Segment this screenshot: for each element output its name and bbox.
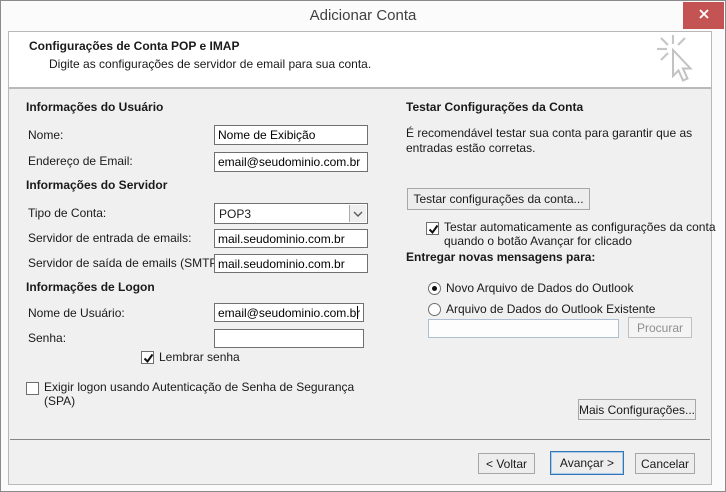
footer-divider bbox=[10, 439, 710, 440]
email-input[interactable] bbox=[214, 152, 368, 172]
remember-password-checkbox[interactable] bbox=[141, 351, 154, 364]
section-user-info: Informações do Usuário bbox=[26, 100, 163, 114]
remember-password-label[interactable]: Lembrar senha bbox=[159, 350, 240, 364]
auto-test-checkbox[interactable] bbox=[426, 222, 439, 235]
data-file-path-input[interactable] bbox=[428, 319, 619, 338]
test-settings-description: É recomendável testar sua conta para gar… bbox=[406, 126, 721, 156]
next-button[interactable]: Avançar > bbox=[550, 451, 624, 475]
new-data-file-radio[interactable] bbox=[428, 282, 441, 295]
name-input[interactable] bbox=[214, 125, 368, 145]
text-caret bbox=[357, 306, 358, 319]
click-cursor-icon bbox=[647, 33, 699, 94]
account-type-label: Tipo de Conta: bbox=[28, 206, 106, 220]
test-account-settings-button[interactable]: Testar configurações da conta... bbox=[407, 188, 590, 210]
close-button[interactable] bbox=[683, 2, 724, 29]
cancel-button[interactable]: Cancelar bbox=[635, 453, 695, 474]
password-label: Senha: bbox=[28, 331, 66, 345]
account-type-select[interactable]: POP3 bbox=[214, 203, 368, 224]
titlebar: Adicionar Conta bbox=[1, 1, 725, 31]
spa-label[interactable]: Exigir logon usando Autenticação de Senh… bbox=[44, 380, 374, 408]
incoming-server-label: Servidor de entrada de emails: bbox=[28, 231, 191, 245]
section-logon-info: Informações de Logon bbox=[26, 280, 155, 294]
account-type-value: POP3 bbox=[219, 207, 251, 221]
header-subtitle: Digite as configurações de servidor de e… bbox=[49, 57, 371, 71]
incoming-server-input[interactable] bbox=[214, 229, 368, 248]
email-label: Endereço de Email: bbox=[28, 154, 133, 168]
spa-checkbox[interactable] bbox=[26, 382, 39, 395]
dialog-header: Configurações de Conta POP e IMAP Digite… bbox=[8, 31, 712, 88]
check-icon bbox=[427, 223, 440, 236]
outgoing-server-label: Servidor de saída de emails (SMTP): bbox=[28, 256, 225, 270]
browse-button[interactable]: Procurar bbox=[628, 317, 692, 338]
password-input[interactable] bbox=[214, 329, 364, 348]
add-account-dialog: Adicionar Conta Configurações de Conta P… bbox=[0, 0, 726, 492]
dialog-title: Adicionar Conta bbox=[1, 7, 725, 24]
username-label: Nome de Usuário: bbox=[28, 306, 125, 320]
name-label: Nome: bbox=[28, 128, 63, 142]
outgoing-server-input[interactable] bbox=[214, 254, 368, 273]
more-settings-button[interactable]: Mais Configurações... bbox=[578, 399, 696, 420]
main-panel: Informações do Usuário Nome: Endereço de… bbox=[8, 88, 712, 485]
existing-data-file-label[interactable]: Arquivo de Dados do Outlook Existente bbox=[446, 302, 655, 316]
check-icon bbox=[142, 352, 155, 365]
new-data-file-label[interactable]: Novo Arquivo de Dados do Outlook bbox=[446, 281, 633, 295]
section-deliver-messages: Entregar novas mensagens para: bbox=[406, 250, 595, 264]
header-title: Configurações de Conta POP e IMAP bbox=[29, 39, 239, 53]
chevron-down-icon[interactable] bbox=[349, 205, 366, 222]
auto-test-label[interactable]: Testar automaticamente as configurações … bbox=[444, 220, 724, 248]
section-server-info: Informações do Servidor bbox=[26, 178, 167, 192]
back-button[interactable]: < Voltar bbox=[478, 453, 535, 474]
username-input[interactable] bbox=[214, 303, 364, 322]
existing-data-file-radio[interactable] bbox=[428, 303, 441, 316]
close-icon bbox=[698, 8, 710, 23]
section-test-settings: Testar Configurações da Conta bbox=[406, 100, 583, 114]
